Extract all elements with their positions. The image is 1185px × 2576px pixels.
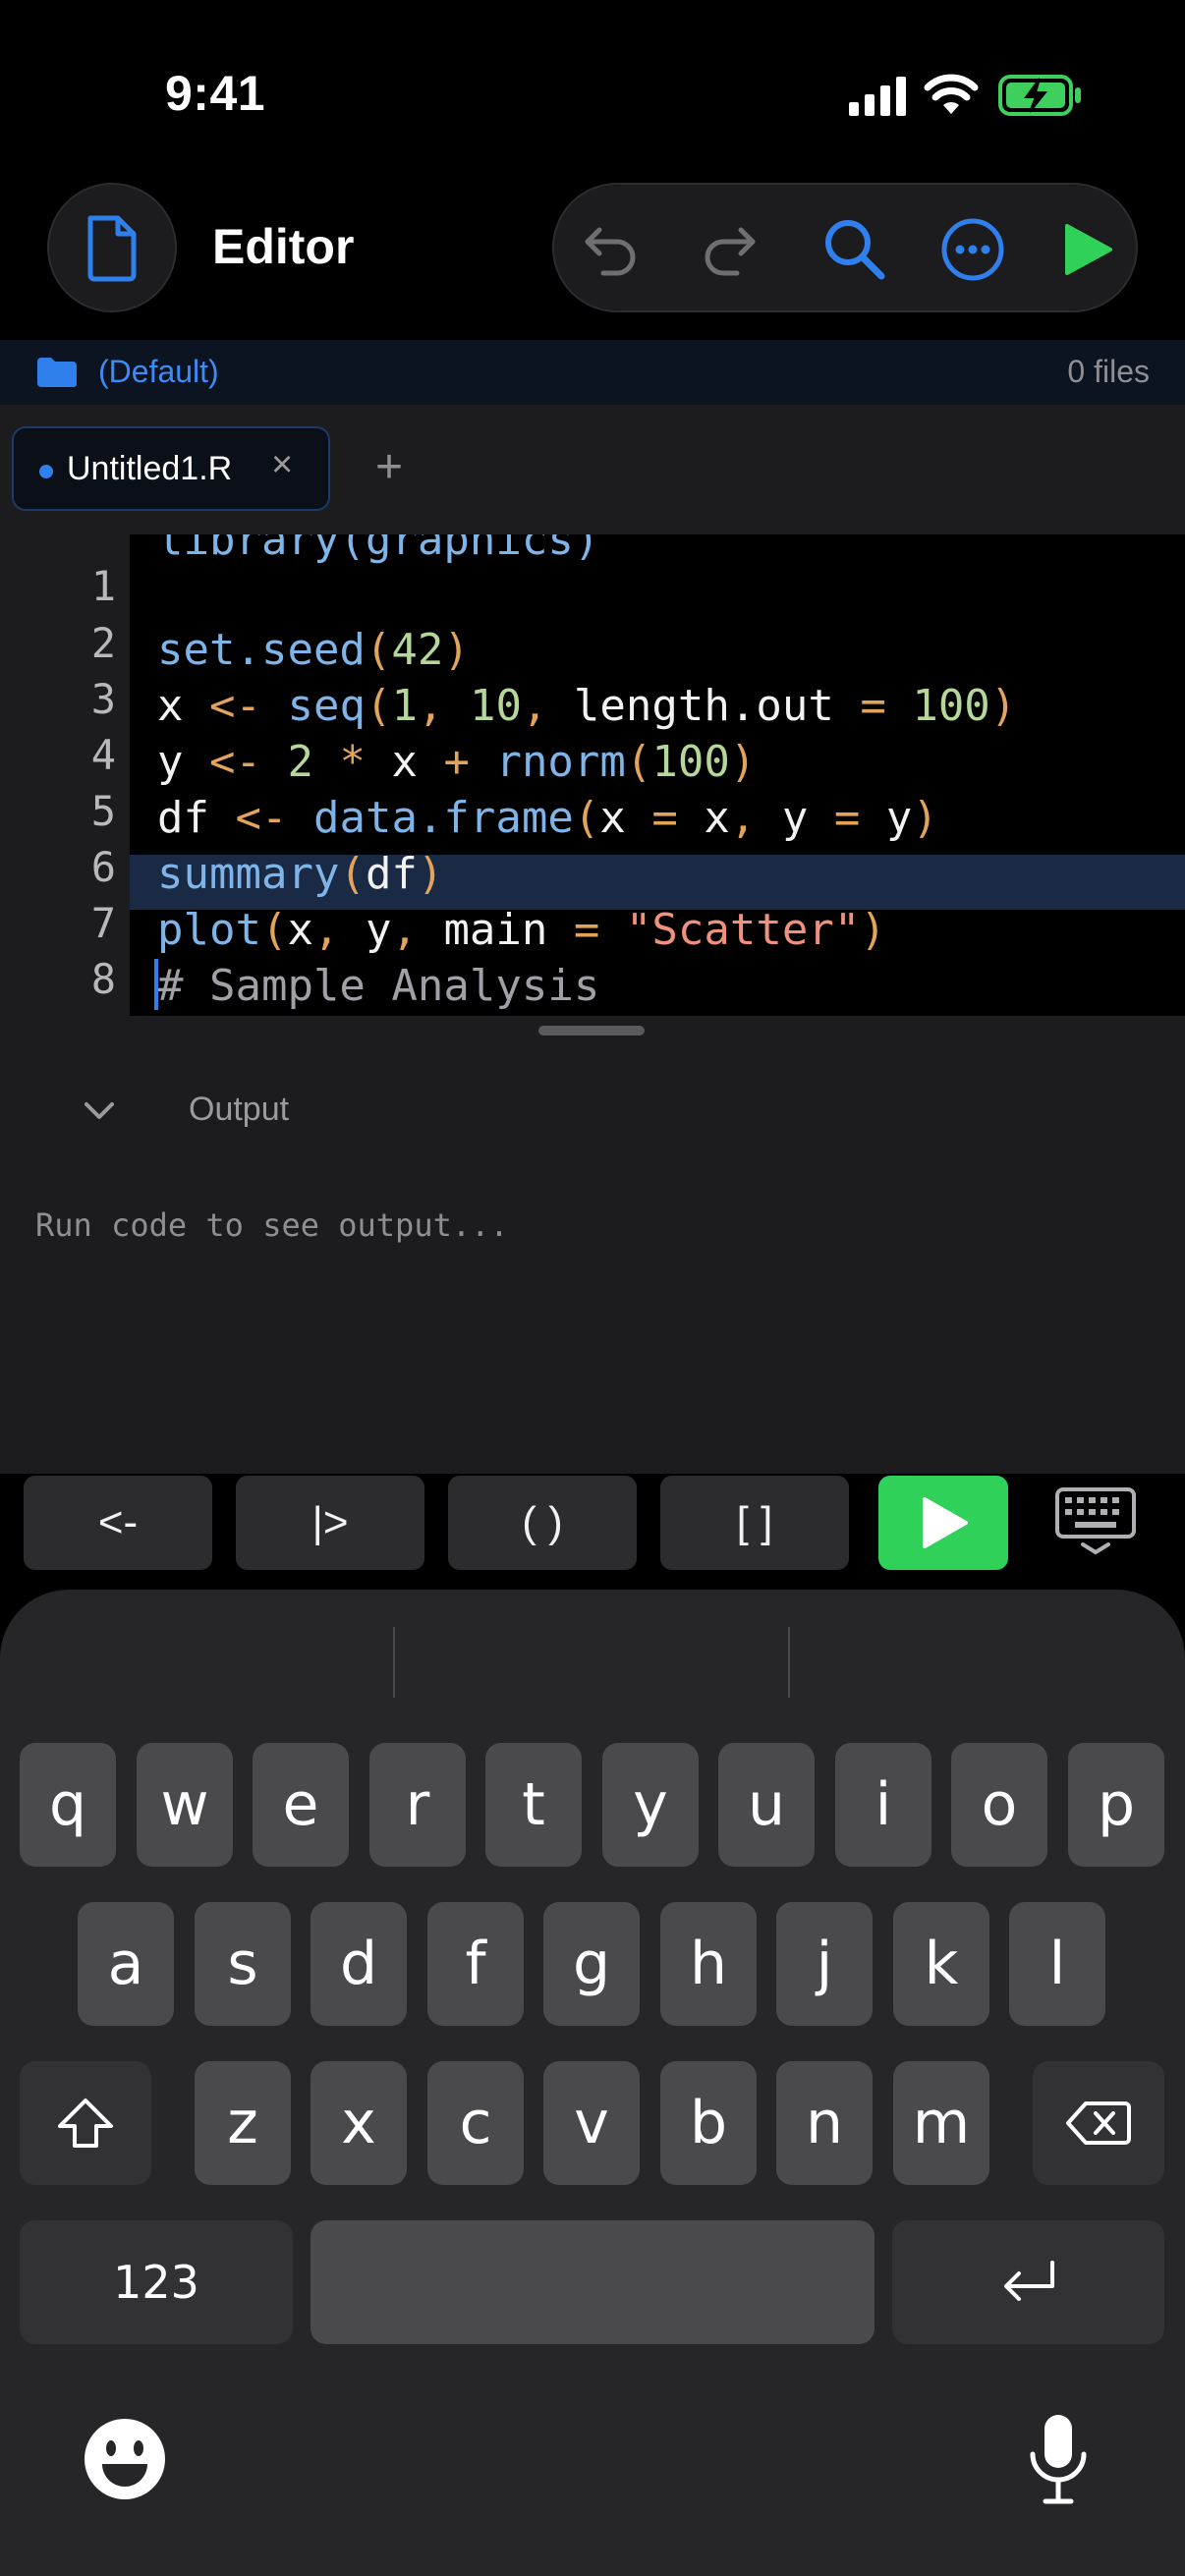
shift-key[interactable] (20, 2061, 151, 2185)
snippet-assign-button[interactable]: <- (24, 1476, 212, 1570)
play-icon (923, 1497, 968, 1548)
folder-icon (37, 358, 77, 388)
keyboard-dismiss-icon[interactable] (1053, 1485, 1138, 1556)
key-z[interactable]: z (195, 2061, 291, 2185)
project-file-count: 0 files (1067, 354, 1150, 389)
wifi-icon (924, 74, 979, 114)
key-p[interactable]: p (1068, 1743, 1164, 1867)
key-l[interactable]: l (1009, 1902, 1105, 2026)
code-line-partial: library(graphics) (157, 534, 600, 565)
undo-icon (585, 227, 636, 276)
more-button[interactable] (937, 214, 1008, 285)
suggestion-divider (788, 1627, 790, 1698)
unsaved-dot (39, 465, 53, 478)
key-k[interactable]: k (893, 1902, 989, 2026)
key-u[interactable]: u (718, 1743, 815, 1867)
play-icon (1065, 224, 1112, 275)
line-number: 8 (90, 955, 116, 1003)
key-t[interactable]: t (485, 1743, 582, 1867)
code-line-5: df <- data.frame(x = x, y = y) (157, 793, 938, 843)
backspace-icon (1066, 2101, 1131, 2145)
microphone-icon[interactable] (1024, 2411, 1093, 2509)
snippet-parens-button[interactable]: ( ) (448, 1476, 637, 1570)
tab-close-icon[interactable]: × (271, 444, 293, 486)
numbers-key[interactable]: 123 (20, 2220, 293, 2344)
output-placeholder: Run code to see output... (35, 1206, 509, 1244)
code-line-7: plot(x, y, main = "Scatter") (157, 905, 886, 955)
line-number: 7 (90, 899, 116, 947)
code-line-4: y <- 2 * x + rnorm(100) (157, 737, 757, 787)
delete-key[interactable] (1033, 2061, 1164, 2185)
text-cursor (154, 959, 158, 1010)
key-o[interactable]: o (951, 1743, 1047, 1867)
line-gutter: 1 2 3 4 5 6 7 8 (0, 534, 130, 1016)
cellular-signal-icon (849, 77, 906, 116)
key-h[interactable]: h (660, 1902, 757, 2026)
code-line-6: summary(df) (157, 849, 444, 899)
add-tab-button[interactable]: + (375, 440, 403, 494)
files-button[interactable] (47, 183, 177, 312)
redo-button[interactable] (696, 214, 766, 285)
return-icon (1003, 2261, 1054, 2301)
more-icon (941, 218, 1004, 281)
line-number: 5 (90, 787, 116, 835)
status-time: 9:41 (165, 66, 266, 121)
run-button[interactable] (1051, 214, 1122, 285)
code-editor[interactable]: 1 2 3 4 5 6 7 8 library(graphics) set.se… (0, 534, 1185, 1016)
code-line-2: set.seed(42) (157, 625, 470, 675)
key-y[interactable]: y (602, 1743, 699, 1867)
code-line-8: # Sample Analysis (157, 961, 600, 1011)
key-v[interactable]: v (543, 2061, 640, 2185)
resize-handle[interactable] (538, 1026, 645, 1036)
key-f[interactable]: f (427, 1902, 524, 2026)
tab-untitled1[interactable]: Untitled1.R × (12, 426, 330, 511)
line-number: 6 (90, 843, 116, 891)
battery-charging-icon (998, 75, 1081, 116)
code-line-3: x <- seq(1, 10, length.out = 100) (157, 681, 1017, 731)
key-e[interactable]: e (253, 1743, 349, 1867)
search-icon (825, 220, 885, 280)
line-number: 3 (90, 675, 116, 723)
document-icon (87, 215, 137, 282)
undo-button[interactable] (574, 214, 645, 285)
return-key[interactable] (892, 2220, 1164, 2344)
key-x[interactable]: x (310, 2061, 407, 2185)
line-number: 2 (90, 619, 116, 667)
key-r[interactable]: r (369, 1743, 466, 1867)
key-q[interactable]: q (20, 1743, 116, 1867)
tab-label: Untitled1.R (67, 450, 233, 487)
line-number: 4 (90, 731, 116, 779)
output-panel (0, 1016, 1185, 1474)
output-title: Output (189, 1091, 290, 1128)
line-number: 1 (90, 562, 116, 610)
key-m[interactable]: m (893, 2061, 989, 2185)
redo-icon (705, 227, 756, 276)
space-key[interactable] (310, 2220, 875, 2344)
key-i[interactable]: i (835, 1743, 931, 1867)
key-j[interactable]: j (776, 1902, 873, 2026)
key-d[interactable]: d (310, 1902, 407, 2026)
snippet-brackets-button[interactable]: [ ] (660, 1476, 849, 1570)
search-button[interactable] (819, 214, 890, 285)
page-title: Editor (212, 219, 355, 274)
key-w[interactable]: w (137, 1743, 233, 1867)
key-c[interactable]: c (427, 2061, 524, 2185)
key-a[interactable]: a (78, 1902, 174, 2026)
project-name[interactable]: (Default) (98, 354, 219, 390)
key-n[interactable]: n (776, 2061, 873, 2185)
editor-actions (552, 183, 1138, 312)
key-s[interactable]: s (195, 1902, 291, 2026)
snippet-pipe-button[interactable]: |> (236, 1476, 424, 1570)
shift-icon (58, 2099, 113, 2148)
key-b[interactable]: b (660, 2061, 757, 2185)
emoji-icon[interactable] (81, 2415, 169, 2503)
run-code-button[interactable] (878, 1476, 1008, 1570)
chevron-down-icon[interactable] (83, 1098, 116, 1122)
suggestion-divider (393, 1627, 395, 1698)
key-g[interactable]: g (543, 1902, 640, 2026)
